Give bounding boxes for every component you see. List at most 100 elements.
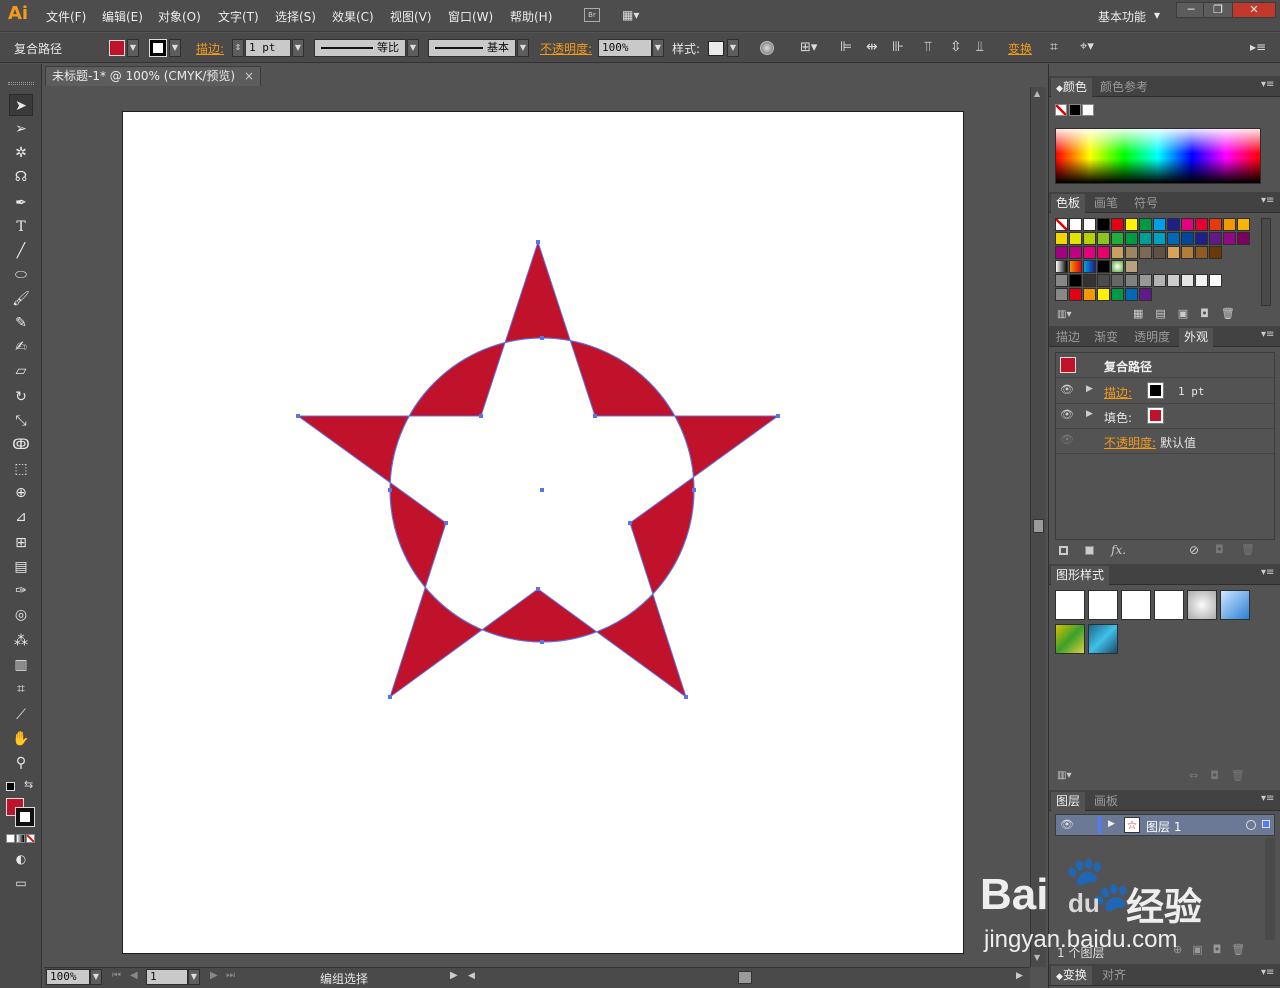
delete-item-icon[interactable]: 🗑 [1241,543,1255,556]
close-document-icon[interactable]: × [244,67,254,86]
add-fill-icon[interactable] [1085,546,1094,555]
screen-mode-icon[interactable]: ▭ [9,872,33,894]
menu-view[interactable]: 视图(V) [390,8,432,25]
mesh-tool-icon[interactable]: ⊞ [9,532,33,554]
profile-dropdown[interactable]: ▼ [407,39,419,57]
minimize-button[interactable]: ─ [1176,2,1206,18]
tab-appearance[interactable]: 外观 [1179,328,1214,347]
add-stroke-icon[interactable] [1059,546,1068,555]
magic-wand-tool-icon[interactable]: ✲ [9,142,33,164]
white-color-chip[interactable] [1082,104,1094,116]
scroll-left-icon[interactable]: ◀ [468,971,475,981]
tab-align[interactable]: 对齐 [1097,966,1131,985]
tab-transform[interactable]: ◆变换 [1051,966,1092,985]
appearance-fill-row[interactable]: 👁 ▶ 填色: [1056,404,1276,429]
scroll-thumb[interactable] [1033,519,1044,533]
eyedropper-tool-icon[interactable]: ✑ [9,580,33,602]
variable-width-profile[interactable]: 等比 [314,39,406,57]
free-transform-tool-icon[interactable]: ⬚ [9,458,33,480]
artboard-number-input[interactable]: 1 [146,969,188,985]
swatch-libraries-icon[interactable]: ▥▾ [1057,309,1071,320]
last-page-icon[interactable]: ⏭ [226,970,235,981]
menu-type[interactable]: 文字(T) [218,8,259,25]
appearance-stroke-row[interactable]: 👁 ▶ 描边: 1 pt [1056,379,1276,404]
restore-button[interactable]: ❐ [1203,2,1233,18]
stroke-weight-stepper[interactable]: ⇕ [232,39,244,57]
tab-brushes[interactable]: 画笔 [1089,194,1123,213]
layer-name[interactable]: 图层 1 [1146,818,1181,835]
layer-selection-indicator[interactable] [1262,820,1270,828]
default-colors-icon[interactable] [6,782,15,791]
menu-object[interactable]: 对象(O) [158,8,201,25]
symbol-sprayer-tool-icon[interactable]: ⁂ [9,630,33,652]
first-page-icon[interactable]: ⏮ [112,970,121,981]
perspective-grid-tool-icon[interactable]: ⊿ [9,506,33,528]
layers-list-scrollbar[interactable] [1265,838,1275,948]
eraser-tool-icon[interactable]: ▱ [9,360,33,382]
line-tool-icon[interactable]: ╱ [9,240,33,262]
swap-colors-icon[interactable]: ⇆ [24,778,33,791]
toolbar-grip[interactable] [8,82,34,85]
expand-stroke-icon[interactable]: ▶ [1086,384,1093,394]
pen-tool-icon[interactable]: ✒ [9,192,33,214]
stroke-row-label[interactable]: 描边: [1104,384,1132,401]
align-right-icon[interactable]: ⊪ [892,39,904,55]
menu-effect[interactable]: 效果(C) [332,8,374,25]
swatches-panel-menu-icon[interactable]: ▾≡ [1261,195,1274,206]
zoom-input[interactable]: 100% [46,969,90,985]
zoom-dropdown[interactable]: ▼ [90,969,102,985]
duplicate-item-icon[interactable]: ◘ [1215,543,1224,556]
fill-color-swatch[interactable] [109,40,125,56]
close-button[interactable]: ✕ [1232,2,1276,18]
visibility-eye-icon[interactable]: 👁 [1060,408,1074,421]
swatch-grid[interactable] [1055,218,1255,308]
menu-edit[interactable]: 编辑(E) [102,8,143,25]
appearance-opacity-row[interactable]: 👁 不透明度: 默认值 [1056,429,1276,454]
brush-definition[interactable]: 基本 [428,39,516,57]
tab-swatches[interactable]: 色板 [1051,194,1086,213]
scroll-up-icon[interactable]: ▲ [1034,89,1040,98]
graphic-styles-footer-icons[interactable]: ⇔◘🗑 [1189,769,1257,782]
gradient-tool-icon[interactable]: ▤ [9,556,33,578]
workspace-dropdown-icon[interactable]: ▾ [1154,8,1160,22]
stroke-row-swatch[interactable] [1147,382,1164,399]
bottom-panel-menu-icon[interactable]: ▾≡ [1261,967,1274,978]
visibility-eye-icon[interactable]: 👁 [1060,383,1074,396]
graphic-styles-grid[interactable] [1055,588,1255,768]
style-dropdown[interactable]: ▼ [727,39,739,57]
draw-mode-icon[interactable]: ◐ [9,848,33,870]
blob-brush-tool-icon[interactable]: ✍ [9,336,33,358]
artboard[interactable] [122,111,964,954]
align-center-icon[interactable]: ⇹ [866,39,878,55]
align-top-icon[interactable]: ⫪ [924,39,932,55]
vertical-scrollbar[interactable]: ▲ ▼ [1030,87,1046,967]
status-menu-icon[interactable]: ▶ [450,970,458,981]
tab-gradient[interactable]: 渐变 [1089,328,1123,347]
zoom-tool-icon[interactable]: ⚲ [9,752,33,774]
rotate-tool-icon[interactable]: ↻ [9,386,33,408]
layer-visibility-eye-icon[interactable]: 👁 [1060,818,1074,831]
paintbrush-tool-icon[interactable]: 🖌 [9,288,33,310]
blend-tool-icon[interactable]: ◎ [9,604,33,626]
clear-appearance-icon[interactable]: ⊘ [1189,543,1199,557]
isolate-group-icon[interactable]: ⌗ [1050,39,1058,55]
ellipse-tool-icon[interactable]: ⬭ [9,264,33,286]
h-scroll-thumb[interactable] [738,971,752,984]
workspace-switcher[interactable]: 基本功能 [1098,8,1146,25]
stroke-weight-input[interactable]: 1 pt [245,39,291,57]
opacity-input[interactable]: 100% [598,39,652,57]
swatch-footer-icons[interactable]: ▦▤▣◘🗑 [1133,307,1247,320]
document-tab[interactable]: 未标题-1* @ 100% (CMYK/预览) × [45,66,261,86]
black-color-chip[interactable] [1069,104,1081,116]
none-color-icon[interactable] [1055,104,1067,116]
tab-layers[interactable]: 图层 [1051,792,1086,811]
layers-footer-icons[interactable]: ⊕▣◘🗑 [1173,943,1255,956]
scale-tool-icon[interactable]: ⤡ [9,410,33,432]
layer-target-icon[interactable] [1246,820,1256,830]
expand-fill-icon[interactable]: ▶ [1086,409,1093,419]
menu-help[interactable]: 帮助(H) [510,8,552,25]
fill-row-swatch[interactable] [1147,407,1164,424]
prev-page-icon[interactable]: ◀ [130,970,138,981]
stroke-dropdown[interactable]: ▼ [169,39,181,57]
scroll-down-icon[interactable]: ▼ [1034,953,1040,962]
